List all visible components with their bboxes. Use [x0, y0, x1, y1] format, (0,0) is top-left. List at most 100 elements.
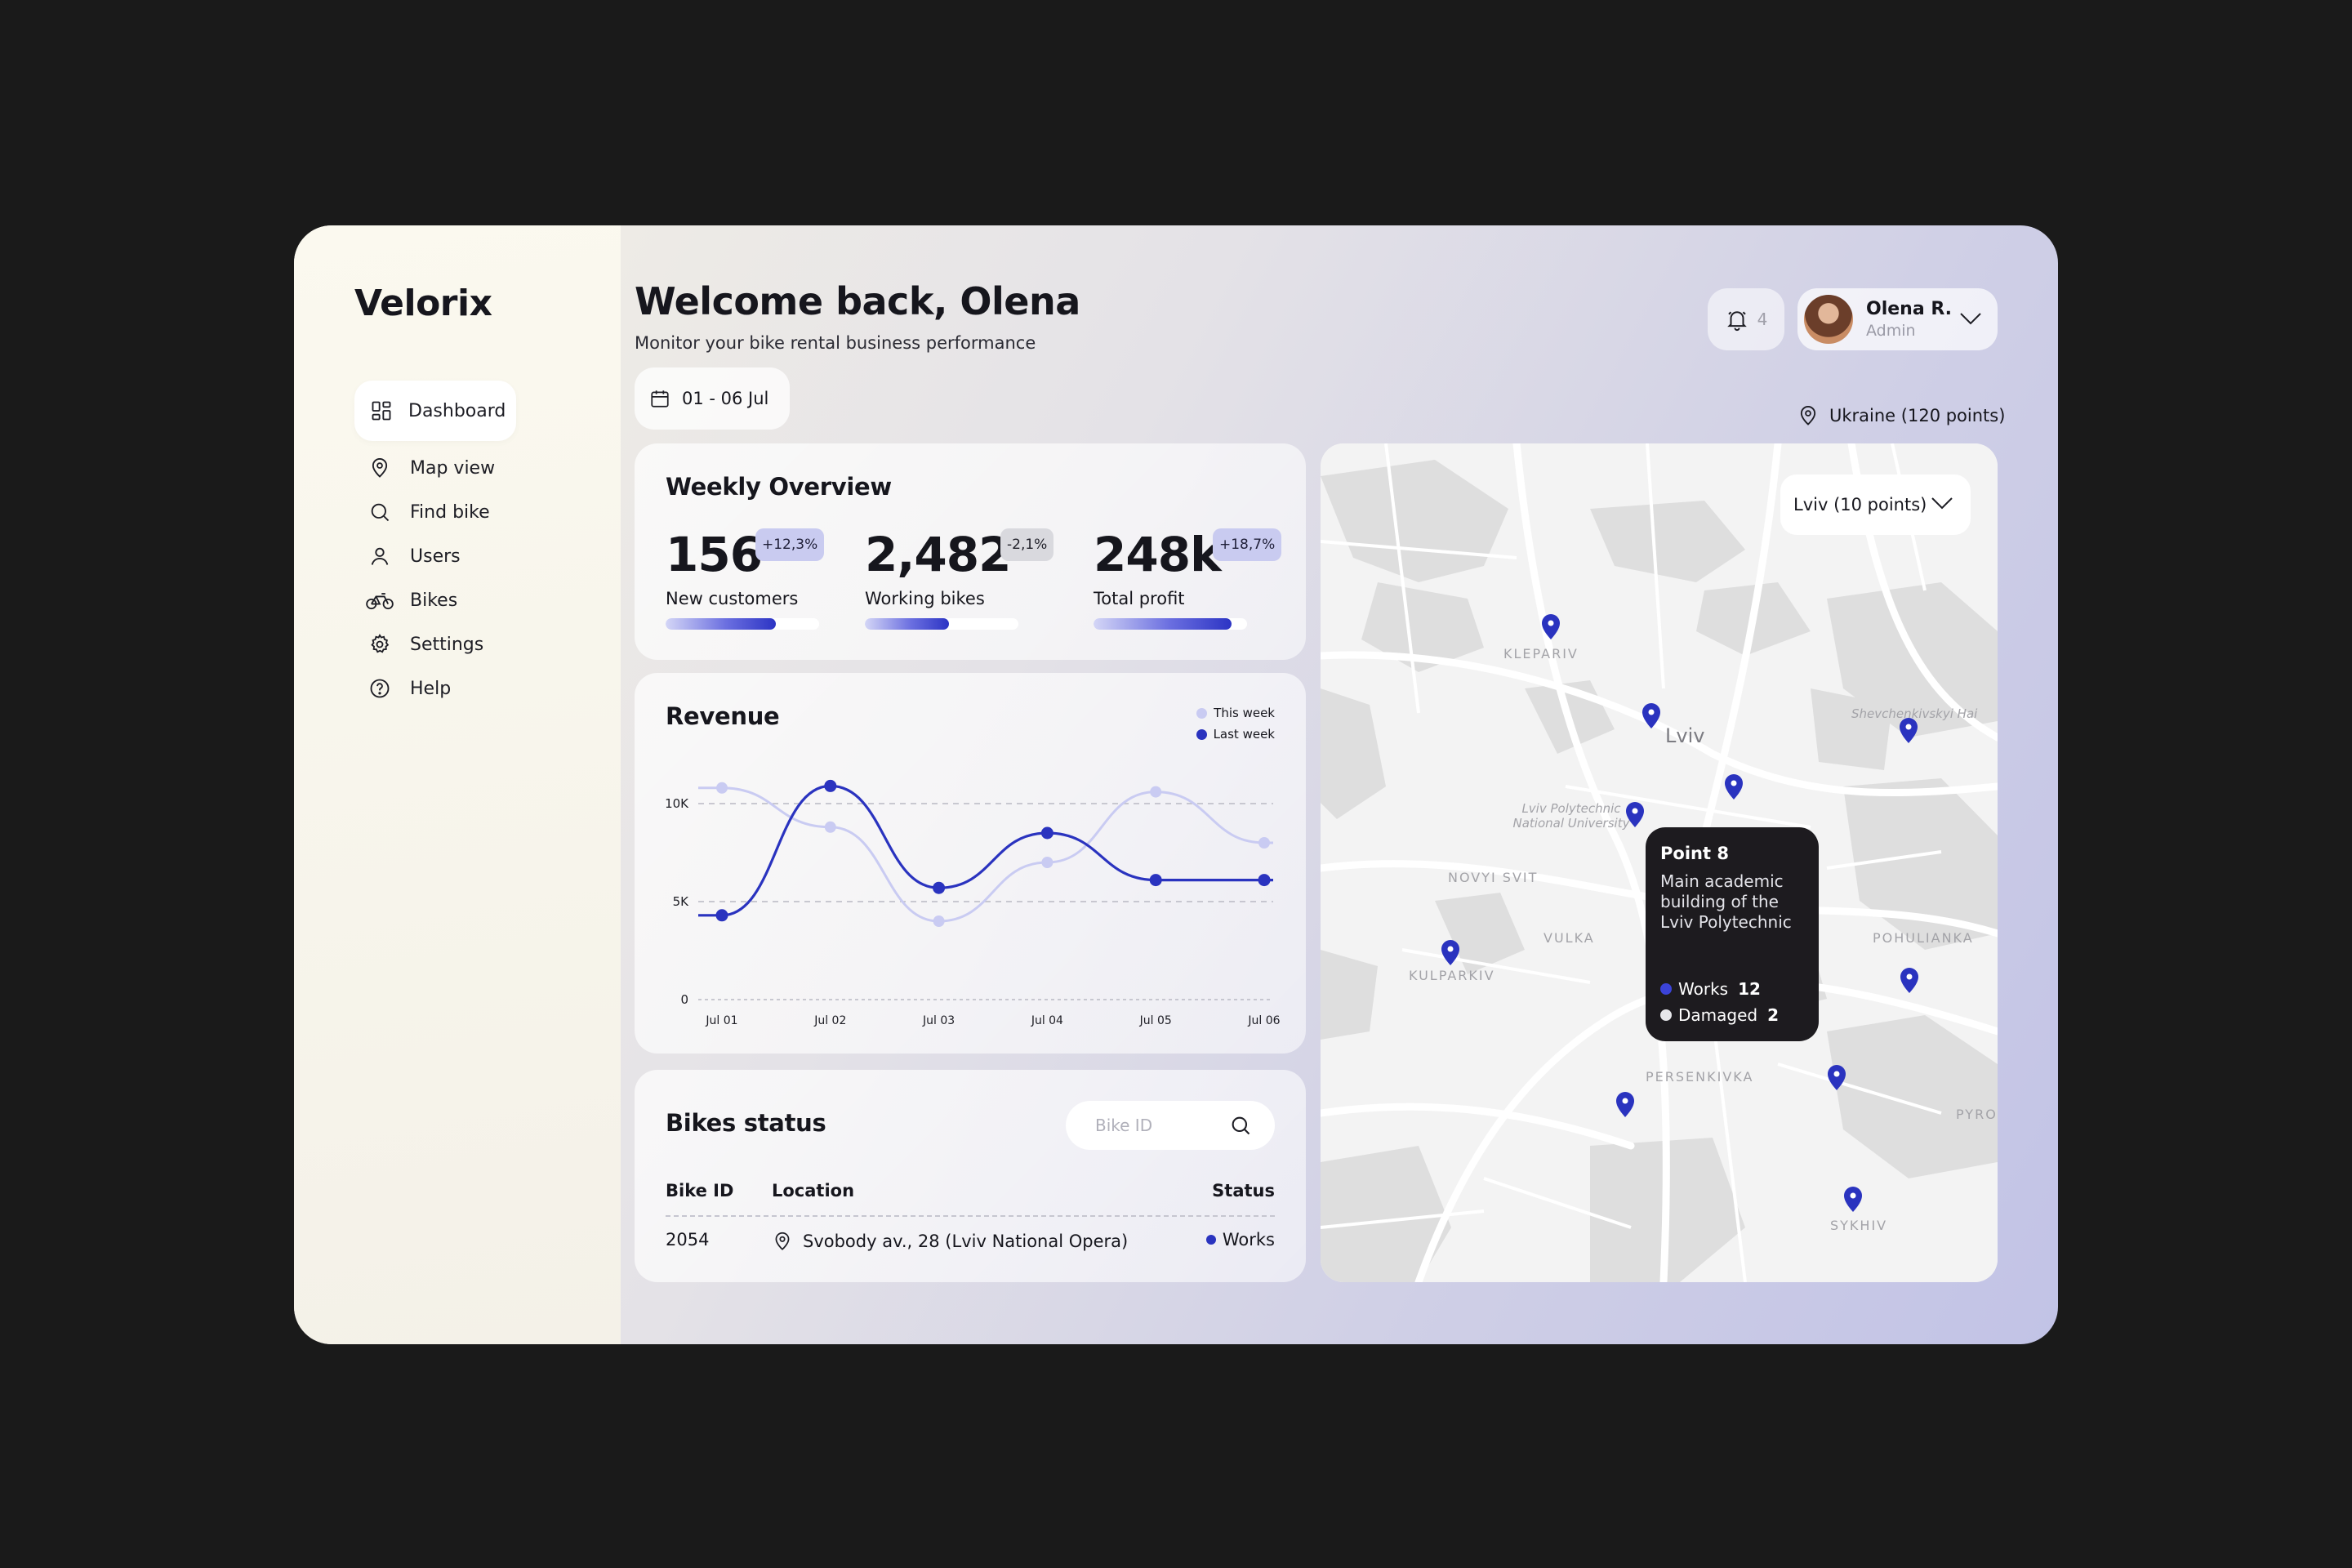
- date-range-label: 01 - 06 Jul: [682, 389, 769, 408]
- y-tick-label: 10K: [665, 796, 689, 811]
- region-label: Ukraine (120 points): [1829, 406, 2006, 425]
- search-icon[interactable]: [1229, 1114, 1252, 1137]
- tooltip-works-label: Works: [1678, 979, 1729, 999]
- weekly-overview-card: Weekly Overview 156 +12,3% New customers…: [635, 443, 1306, 660]
- sidebar-item-label: Bikes: [410, 590, 458, 611]
- sidebar-item-bikes[interactable]: Bikes: [354, 578, 518, 622]
- date-range-picker[interactable]: 01 - 06 Jul: [635, 368, 790, 430]
- dashboard-icon: [368, 397, 395, 425]
- sidebar-item-settings[interactable]: Settings: [354, 622, 518, 666]
- cell-location: Svobody av., 28 (Lviv National Opera): [772, 1230, 1128, 1253]
- tooltip-works-count: 12: [1738, 979, 1761, 999]
- map-point-tooltip: Point 8 Main academic building of the Lv…: [1646, 827, 1819, 1041]
- status-dot: [1660, 1009, 1672, 1021]
- x-tick-label: Jul 05: [1139, 1014, 1172, 1027]
- app-logo: Velorix: [354, 283, 492, 324]
- user-icon: [366, 542, 394, 570]
- city-dropdown-label: Lviv (10 points): [1793, 495, 1927, 514]
- tooltip-works-row: Works 12: [1660, 979, 1761, 999]
- map-pin-icon: [366, 454, 394, 482]
- sidebar-item-users[interactable]: Users: [354, 534, 518, 578]
- cell-status: Works: [1205, 1230, 1275, 1250]
- city-dropdown[interactable]: Lviv (10 points): [1780, 474, 1971, 535]
- bikes-status-card: Bikes status Bike ID Bike ID Location St…: [635, 1070, 1306, 1282]
- map-panel[interactable]: KLEPARIV Lviv Shevchenkivskyi Hai Lviv P…: [1321, 443, 1998, 1282]
- sidebar-item-dashboard[interactable]: Dashboard: [354, 381, 516, 441]
- stat-progress-bar: [865, 618, 1018, 630]
- map-pin-icon: [1800, 406, 1816, 425]
- map-pin-icon: [775, 1232, 790, 1250]
- bike-icon: [366, 586, 394, 614]
- bike-id-search-input[interactable]: Bike ID: [1066, 1101, 1275, 1150]
- chevron-down-icon: [1960, 313, 1981, 325]
- x-tick-label: Jul 02: [813, 1014, 846, 1027]
- status-dot: [1205, 1235, 1216, 1245]
- search-placeholder: Bike ID: [1095, 1116, 1153, 1135]
- notifications-button[interactable]: 4: [1708, 288, 1784, 350]
- notification-count: 4: [1757, 310, 1768, 329]
- column-header-bike-id[interactable]: Bike ID: [666, 1181, 733, 1200]
- stat-value: 2,482: [865, 527, 1011, 582]
- sidebar-item-find-bike[interactable]: Find bike: [354, 490, 518, 534]
- stat-progress-fill: [865, 618, 950, 630]
- user-menu[interactable]: Olena R. Admin: [1797, 288, 1998, 350]
- stat-progress-bar: [1094, 618, 1247, 630]
- help-icon: [366, 675, 394, 702]
- map-label-vulka: VULKA: [1544, 930, 1595, 946]
- sidebar-item-label: Map view: [410, 457, 496, 479]
- sidebar-item-help[interactable]: Help: [354, 666, 518, 710]
- stat-progress-fill: [666, 618, 777, 630]
- sidebar-item-label: Help: [410, 678, 452, 699]
- data-point: [715, 909, 728, 922]
- status-text: Works: [1222, 1230, 1275, 1250]
- revenue-card: Revenue This week Last week 0 5K 10K Jul 01…: [635, 673, 1306, 1054]
- data-point: [1040, 826, 1054, 840]
- bell-icon: [1726, 311, 1747, 332]
- tooltip-title: Point 8: [1660, 844, 1729, 863]
- sidebar-item-label: Dashboard: [408, 400, 506, 421]
- search-icon: [366, 498, 394, 526]
- map-label-city: Lviv: [1665, 724, 1705, 747]
- tooltip-damaged-count: 2: [1767, 1005, 1780, 1025]
- map-label-sykhiv: SYKHIV: [1830, 1218, 1888, 1233]
- stat-label: New customers: [666, 589, 799, 608]
- data-point: [1258, 874, 1271, 887]
- column-header-status[interactable]: Status: [1212, 1181, 1275, 1200]
- x-tick-label: Jul 03: [922, 1014, 955, 1027]
- sidebar-item-map-view[interactable]: Map view: [354, 446, 518, 490]
- data-point: [933, 881, 946, 894]
- map-label-pyro: PYRO: [1956, 1107, 1998, 1122]
- data-point: [824, 779, 837, 792]
- y-tick-label: 5K: [673, 894, 690, 909]
- stat-new-customers: 156 +12,3% New customers: [666, 528, 825, 630]
- sidebar-nav: Dashboard Map view Find bike Users Bikes…: [354, 381, 518, 710]
- stat-progress-fill: [1094, 618, 1232, 630]
- x-tick-label: Jul 04: [1031, 1014, 1063, 1027]
- bikes-status-title: Bikes status: [666, 1109, 826, 1137]
- x-tick-label: Jul 01: [705, 1014, 737, 1027]
- user-name: Olena R.: [1866, 299, 1953, 319]
- y-tick-label: 0: [680, 992, 688, 1007]
- calendar-icon: [651, 390, 669, 408]
- data-point: [933, 915, 945, 927]
- stat-total-profit: 248k +18,7% Total profit: [1094, 527, 1282, 630]
- stat-label: Working bikes: [865, 589, 985, 608]
- user-role: Admin: [1866, 322, 1916, 340]
- map-label-pohulianka: POHULIANKA: [1873, 930, 1974, 946]
- stat-delta-badge: +12,3%: [755, 528, 825, 561]
- cell-bike-id: 2054: [666, 1230, 710, 1250]
- sidebar-item-label: Settings: [410, 634, 484, 655]
- data-point: [1150, 786, 1162, 798]
- dashboard-window: Velorix Dashboard Map view Find bike Use…: [294, 225, 2058, 1344]
- stat-progress-bar: [666, 618, 819, 630]
- stat-value: 248k: [1094, 527, 1222, 582]
- region-selector[interactable]: Ukraine (120 points): [1797, 403, 2005, 428]
- chevron-down-icon: [1931, 497, 1953, 510]
- sidebar-item-label: Find bike: [410, 501, 490, 523]
- map-label-kulparkiv: KULPARKIV: [1409, 968, 1495, 983]
- avatar: [1804, 295, 1853, 344]
- map-label-klepariv: KLEPARIV: [1503, 646, 1579, 662]
- revenue-chart: 0 5K 10K Jul 01 Jul 02 Jul 03 Jul 04 Jul 05 Jul …: [665, 779, 1281, 1027]
- column-header-location[interactable]: Location: [772, 1181, 854, 1200]
- table-divider: [666, 1215, 1275, 1217]
